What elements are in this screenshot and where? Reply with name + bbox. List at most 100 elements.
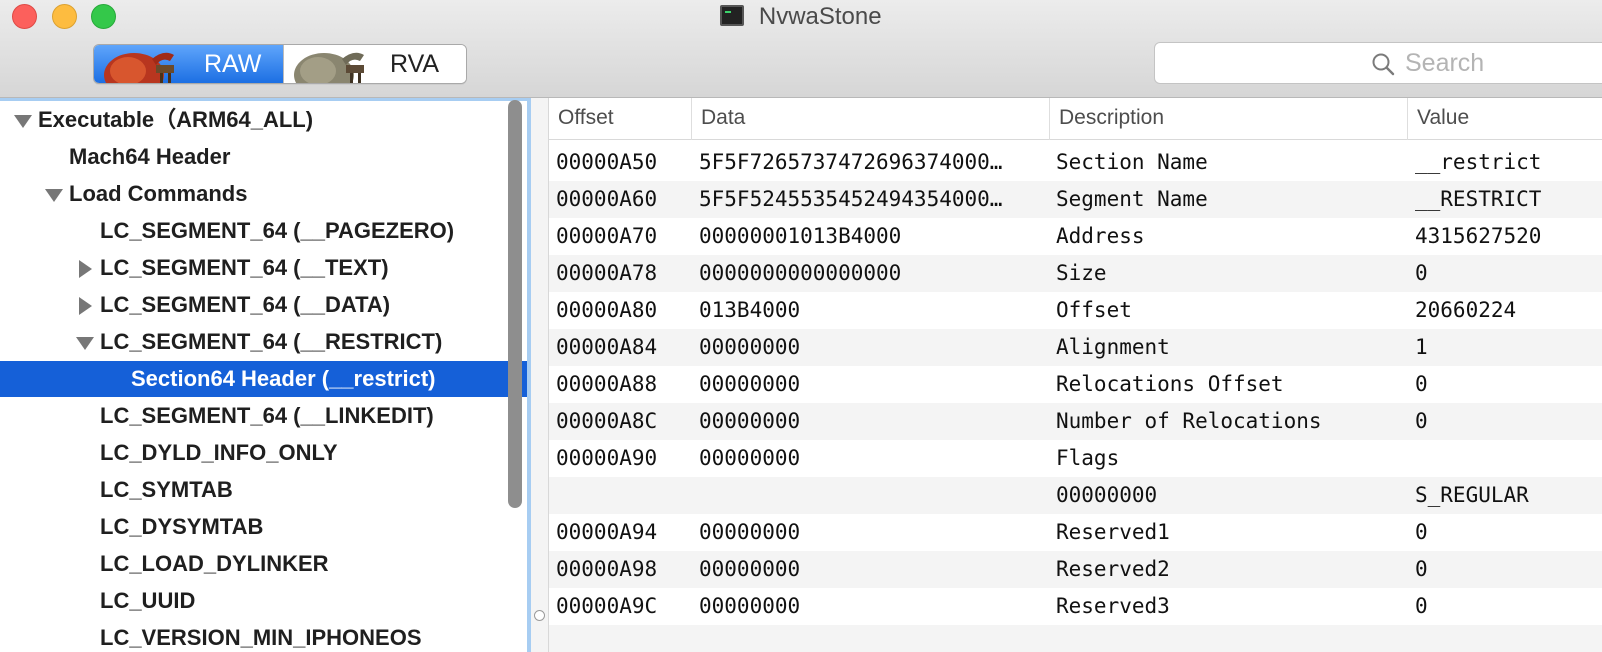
value-cell: 20660224 (1415, 298, 1517, 322)
window-title-bar: NvwaStone (0, 2, 1602, 32)
rva-mode-button[interactable]: RVA (283, 45, 466, 83)
tree-item-dysymtab[interactable]: LC_DYSYMTAB (0, 509, 527, 545)
tree-item-segment-restrict[interactable]: LC_SEGMENT_64 (__RESTRICT) (0, 324, 527, 360)
table-row[interactable]: 00000A80 013B4000 Offset 20660224 (549, 292, 1602, 329)
split-view-divider[interactable] (531, 98, 549, 652)
tree-item-mach64-header[interactable]: Mach64 Header (0, 139, 527, 175)
tree-item-version-min-iphoneos[interactable]: LC_VERSION_MIN_IPHONEOS (0, 620, 527, 652)
value-cell: 0 (1415, 594, 1428, 618)
tree-item-executable[interactable]: Executable（ARM64_ALL) (0, 102, 527, 138)
table-row[interactable]: 00000000 S_REGULAR (549, 477, 1602, 514)
sidebar-scrollbar[interactable] (508, 100, 522, 508)
column-header-data[interactable]: Data (692, 98, 1050, 140)
description-cell: Alignment (1056, 335, 1170, 359)
divider-handle-icon[interactable] (534, 610, 545, 621)
value-cell: __restrict (1415, 150, 1542, 174)
tree-item-segment-text[interactable]: LC_SEGMENT_64 (__TEXT) (0, 250, 527, 286)
tree-item-label: LC_UUID (100, 588, 196, 613)
tree-item-uuid[interactable]: LC_UUID (0, 583, 527, 619)
raw-mascot-icon (94, 45, 178, 83)
table-header: Offset Data Description Value (549, 98, 1602, 140)
load-commands-tree[interactable]: Executable（ARM64_ALL) Mach64 Header Load… (0, 98, 531, 652)
table-row[interactable]: 00000A60 5F5F5245535452494354000… Segmen… (549, 181, 1602, 218)
disclosure-right-icon[interactable] (77, 287, 95, 323)
disclosure-down-icon[interactable] (14, 102, 32, 138)
value-cell: 0 (1415, 557, 1428, 581)
tree-item-label: LC_SEGMENT_64 (__LINKEDIT) (100, 403, 434, 428)
description-cell: Reserved2 (1056, 557, 1170, 581)
table-row[interactable]: 00000A9C 00000000 Reserved3 0 (549, 588, 1602, 625)
description-cell: Section Name (1056, 150, 1208, 174)
offset-cell: 00000A9C (556, 594, 658, 618)
tree-item-label: LC_DYLD_INFO_ONLY (100, 440, 338, 465)
description-cell: Address (1056, 224, 1145, 248)
table-row[interactable]: 00000A98 00000000 Reserved2 0 (549, 551, 1602, 588)
data-cell: 00000000 (699, 335, 801, 359)
value-cell: S_REGULAR (1415, 483, 1529, 507)
table-row[interactable]: 00000A94 00000000 Reserved1 0 (549, 514, 1602, 551)
description-cell: Size (1056, 261, 1107, 285)
offset-cell: 00000A84 (556, 335, 658, 359)
table-row[interactable]: 00000A70 00000001013B4000 Address 431562… (549, 218, 1602, 255)
tree-item-label: LC_DYSYMTAB (100, 514, 264, 539)
tree-item-load-dylinker[interactable]: LC_LOAD_DYLINKER (0, 546, 527, 582)
tree-item-section64-header-restrict[interactable]: Section64 Header (__restrict) (0, 361, 527, 397)
column-header-value[interactable]: Value (1408, 98, 1602, 140)
column-header-offset[interactable]: Offset (549, 98, 692, 140)
data-cell: 00000000 (699, 372, 801, 396)
search-icon (1372, 53, 1395, 76)
table-row-empty (549, 625, 1602, 652)
data-cell: 5F5F7265737472696374000… (699, 150, 1003, 174)
raw-mode-button[interactable]: RAW (94, 45, 283, 83)
table-row[interactable]: 00000A84 00000000 Alignment 1 (549, 329, 1602, 366)
table-row[interactable]: 00000A50 5F5F7265737472696374000… Sectio… (549, 144, 1602, 181)
tree-item-load-commands[interactable]: Load Commands (0, 176, 527, 212)
tree-item-segment-linkedit[interactable]: LC_SEGMENT_64 (__LINKEDIT) (0, 398, 527, 434)
address-mode-segmented-control: RAW RVA (93, 44, 467, 84)
value-cell: 0 (1415, 520, 1428, 544)
tree-item-label: Section64 Header (__restrict) (131, 366, 436, 391)
offset-cell: 00000A8C (556, 409, 658, 433)
description-cell: 00000000 (1056, 483, 1158, 507)
tree-item-symtab[interactable]: LC_SYMTAB (0, 472, 527, 508)
tree-item-label: LC_SEGMENT_64 (__PAGEZERO) (100, 218, 455, 243)
table-row[interactable]: 00000A78 0000000000000000 Size 0 (549, 255, 1602, 292)
description-cell: Number of Relocations (1056, 409, 1322, 433)
offset-cell: 00000A50 (556, 150, 658, 174)
table-row[interactable]: 00000A8C 00000000 Number of Relocations … (549, 403, 1602, 440)
data-cell: 5F5F5245535452494354000… (699, 187, 1003, 211)
offset-cell: 00000A80 (556, 298, 658, 322)
value-cell: 4315627520 (1415, 224, 1542, 248)
value-cell: 1 (1415, 335, 1428, 359)
offset-cell: 00000A70 (556, 224, 658, 248)
offset-cell: 00000A88 (556, 372, 658, 396)
data-cell: 00000000 (699, 520, 801, 544)
disclosure-down-icon[interactable] (76, 324, 94, 360)
tree-item-label: LC_LOAD_DYLINKER (100, 551, 329, 576)
tree-item-label: Executable（ARM64_ALL) (38, 107, 314, 132)
tree-item-label: Mach64 Header (69, 144, 231, 169)
disclosure-down-icon[interactable] (45, 176, 63, 212)
table-row[interactable]: 00000A88 00000000 Relocations Offset 0 (549, 366, 1602, 403)
value-cell: 0 (1415, 261, 1428, 285)
value-cell: 0 (1415, 372, 1428, 396)
search-placeholder: Search (1405, 49, 1485, 77)
tree-item-label: Load Commands (69, 181, 248, 206)
data-cell: 00000000 (699, 409, 801, 433)
tree-item-dyld-info-only[interactable]: LC_DYLD_INFO_ONLY (0, 435, 527, 471)
data-cell: 00000000 (699, 446, 801, 470)
tree-item-label: LC_VERSION_MIN_IPHONEOS (100, 625, 422, 650)
description-cell: Flags (1056, 446, 1120, 470)
column-header-description[interactable]: Description (1050, 98, 1408, 140)
search-field[interactable]: Search (1154, 42, 1602, 84)
offset-cell: 00000A60 (556, 187, 658, 211)
description-cell: Offset (1056, 298, 1132, 322)
data-cell: 013B4000 (699, 298, 801, 322)
tree-item-segment-pagezero[interactable]: LC_SEGMENT_64 (__PAGEZERO) (0, 213, 527, 249)
disclosure-right-icon[interactable] (77, 250, 95, 286)
description-cell: Reserved3 (1056, 594, 1170, 618)
table-row[interactable]: 00000A90 00000000 Flags (549, 440, 1602, 477)
tree-item-segment-data[interactable]: LC_SEGMENT_64 (__DATA) (0, 287, 527, 323)
data-cell: 00000000 (699, 557, 801, 581)
data-cell: 0000000000000000 (699, 261, 902, 285)
